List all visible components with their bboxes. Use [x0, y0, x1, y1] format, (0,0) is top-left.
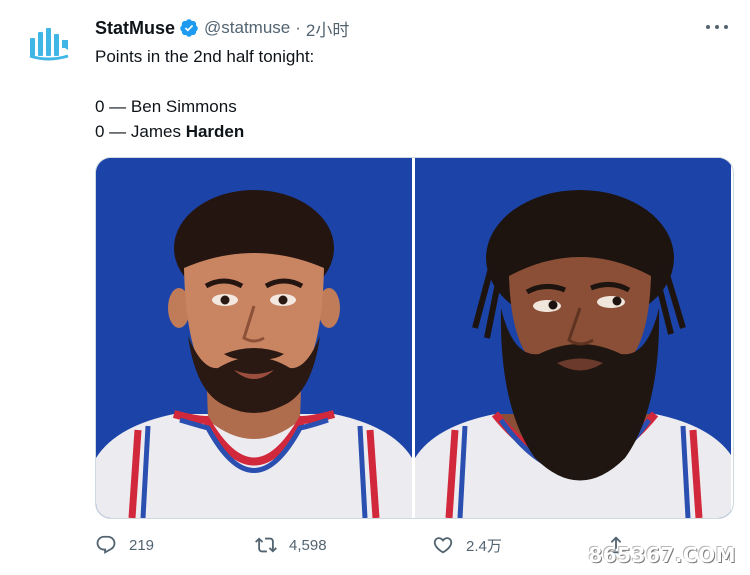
handle[interactable]: @statmuse	[204, 18, 290, 38]
reply-icon	[96, 535, 116, 554]
reply-count: 219	[129, 536, 155, 554]
statmuse-logo-icon	[29, 28, 69, 61]
display-name[interactable]: StatMuse	[95, 18, 175, 39]
tweet-actions: 219 4,598 2.4万	[95, 532, 655, 558]
tweet-line: 0 — Ben Simmons	[95, 97, 237, 116]
media-image-harden[interactable]	[415, 158, 731, 518]
reply-button[interactable]: 219	[95, 532, 154, 558]
separator-dot: ·	[295, 18, 301, 37]
retweet-button[interactable]: 4,598	[255, 532, 327, 558]
retweet-count: 4,598	[289, 536, 327, 554]
tweet-line: 0 — James Harden	[95, 119, 314, 144]
tweet-line: Points in the 2nd half tonight:	[95, 47, 315, 66]
like-button[interactable]: 2.4万	[432, 532, 502, 558]
retweet-icon	[255, 537, 277, 553]
tweet-text: Points in the 2nd half tonight: 0 — Ben …	[95, 44, 314, 144]
tweet-header: StatMuse @statmuse · 2小时	[95, 16, 349, 40]
verified-badge-icon	[180, 19, 198, 37]
like-count: 2.4万	[466, 537, 502, 555]
tweet-line-prefix: 0 — James	[95, 122, 186, 141]
media-grid[interactable]	[95, 157, 734, 519]
tweet-bold-name: Harden	[185, 122, 245, 141]
avatar[interactable]	[20, 18, 78, 76]
timestamp[interactable]: 2小时	[306, 16, 349, 41]
more-icon[interactable]	[706, 22, 728, 32]
media-image-simmons[interactable]	[96, 158, 412, 518]
like-icon	[433, 537, 453, 554]
watermark: 865367.COM	[588, 543, 736, 567]
